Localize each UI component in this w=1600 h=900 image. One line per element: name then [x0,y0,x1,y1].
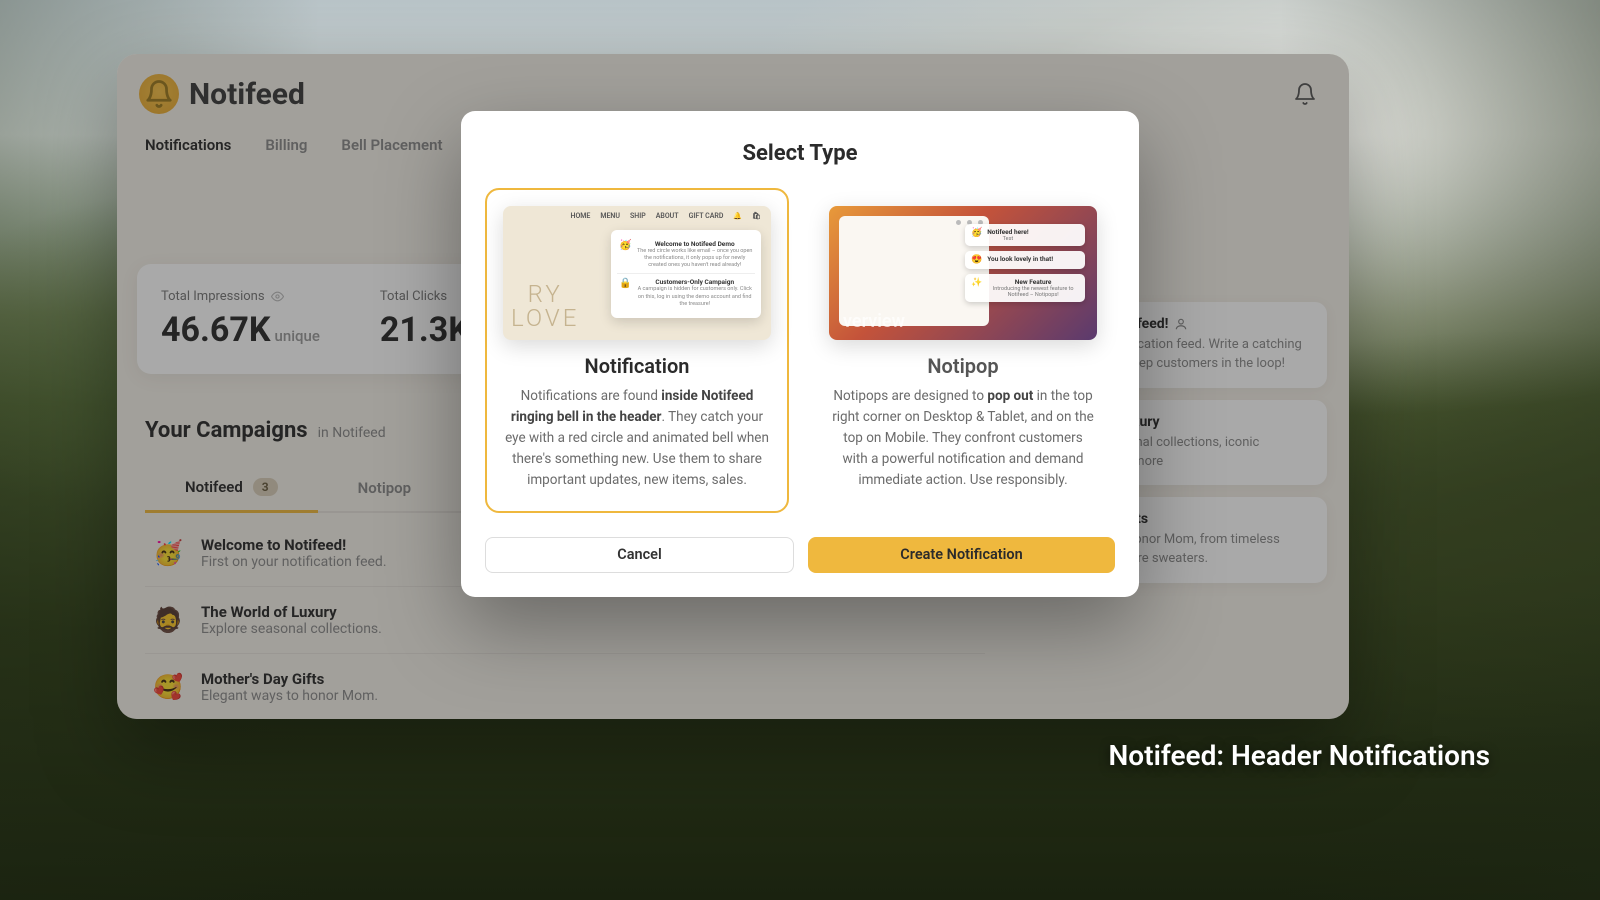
create-notification-button[interactable]: Create Notification [808,537,1115,573]
type-heading: Notipop [829,354,1097,378]
type-option-notification[interactable]: HOME MENU SHIP ABOUT GIFT CARD 🔔🛍 🥳Welco… [485,188,789,513]
preview-notipop: 🥳Notifeed here!Test 😍You look lovely in … [829,206,1097,340]
type-description: Notifications are found inside Notifeed … [503,386,771,491]
cancel-button[interactable]: Cancel [485,537,794,573]
type-heading: Notification [503,354,771,378]
modal-title: Select Type [485,141,1115,166]
select-type-modal: Select Type HOME MENU SHIP ABOUT GIFT CA… [461,111,1139,597]
type-option-notipop[interactable]: 🥳Notifeed here!Test 😍You look lovely in … [811,188,1115,513]
type-description: Notipops are designed to pop out in the … [829,386,1097,491]
video-caption: Notifeed: Header Notifications [1109,739,1491,772]
preview-notification: HOME MENU SHIP ABOUT GIFT CARD 🔔🛍 🥳Welco… [503,206,771,340]
